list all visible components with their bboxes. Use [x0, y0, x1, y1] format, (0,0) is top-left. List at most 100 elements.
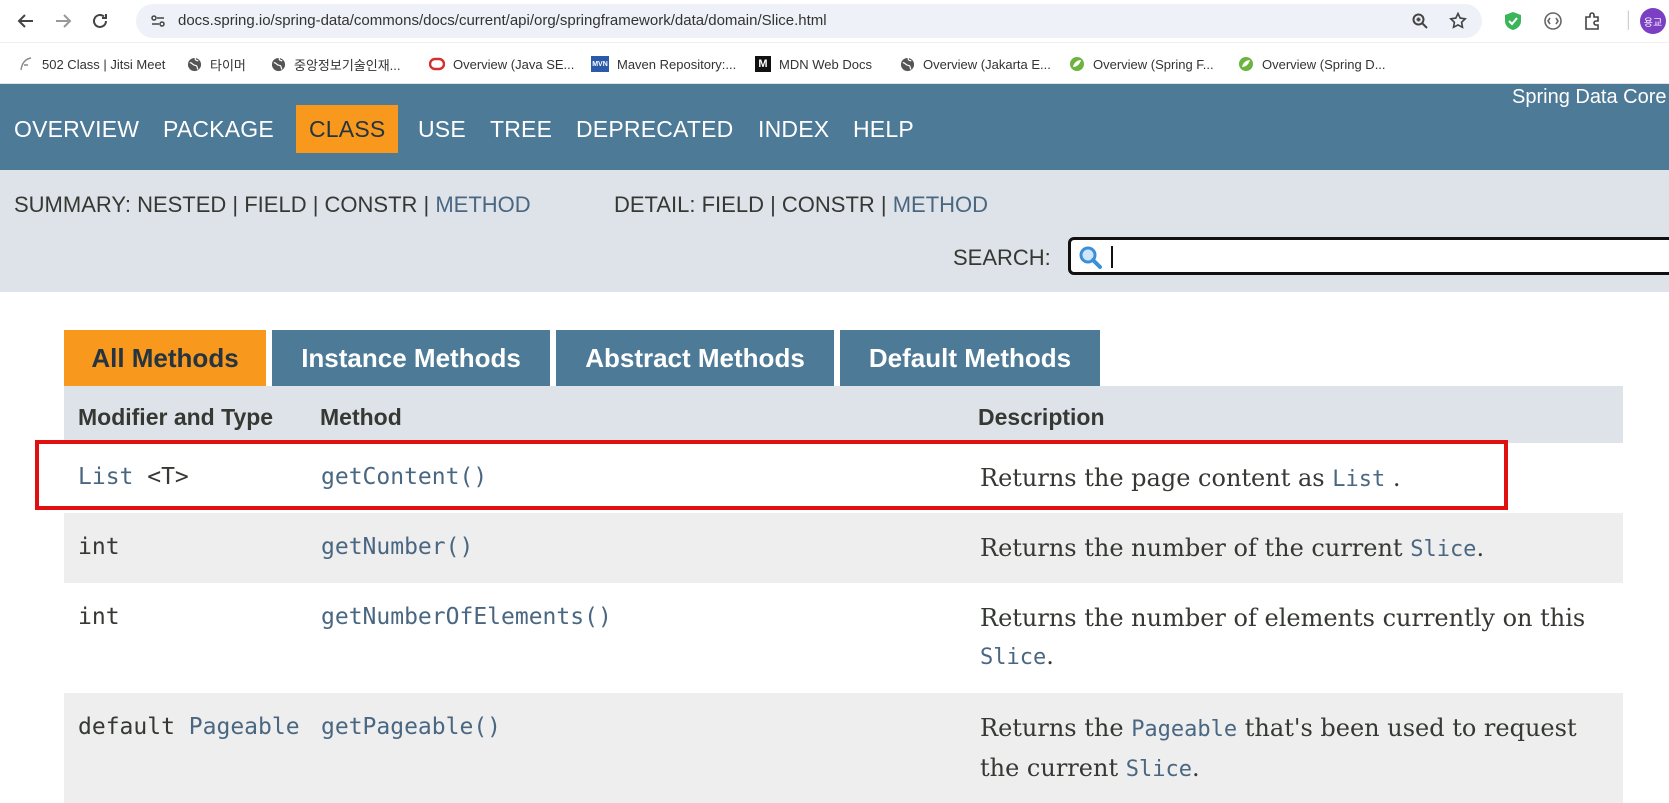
bookmark-jakarta[interactable]: Overview (Jakarta E... — [899, 54, 1051, 74]
type-link-pageable[interactable]: Pageable — [189, 714, 300, 740]
tab-instance-methods[interactable]: Instance Methods — [272, 330, 550, 386]
mdn-icon: M — [755, 56, 771, 72]
tab-abstract-methods[interactable]: Abstract Methods — [556, 330, 834, 386]
desc-text: . — [1476, 534, 1485, 562]
bookmark-java-se[interactable]: Overview (Java SE... — [429, 54, 574, 74]
globe-icon — [186, 56, 202, 72]
row-description: Returns the Pageable that's been used to… — [980, 709, 1620, 789]
row-description: Returns the number of the current Slice. — [980, 529, 1620, 569]
tab-default-methods[interactable]: Default Methods — [840, 330, 1100, 386]
desc-link-slice[interactable]: Slice — [1126, 757, 1192, 782]
detail-prefix: DETAIL: FIELD | CONSTR | — [614, 192, 893, 217]
nav-tree[interactable]: TREE — [490, 105, 552, 153]
feather-icon — [18, 56, 34, 72]
type-link-list[interactable]: List — [78, 464, 133, 490]
method-table-header: Modifier and Type Method Description — [64, 386, 1623, 443]
desc-text: Returns the number of elements currently… — [980, 604, 1586, 632]
summary-method-link[interactable]: METHOD — [435, 192, 530, 217]
type-modifier: default — [78, 714, 189, 740]
desc-text: Returns the — [980, 714, 1132, 742]
nav-package[interactable]: PACKAGE — [163, 105, 274, 153]
bookmark-spring-framework[interactable]: Overview (Spring F... — [1069, 54, 1214, 74]
header-description: Description — [978, 404, 1105, 430]
bookmark-jitsi[interactable]: 502 Class | Jitsi Meet — [18, 54, 165, 74]
globe-icon — [899, 56, 915, 72]
toolbar-divider: │ — [1624, 12, 1634, 29]
devtools-extension-icon[interactable] — [1542, 10, 1564, 32]
desc-link-list[interactable]: List — [1332, 467, 1385, 492]
bookmark-label: 타이머 — [210, 57, 246, 73]
oracle-icon — [429, 56, 445, 72]
bookmark-label: Overview (Jakarta E... — [923, 56, 1051, 72]
row-description: Returns the number of elements currently… — [980, 599, 1620, 677]
desc-link-pageable[interactable]: Pageable — [1131, 717, 1237, 742]
shield-extension-icon[interactable] — [1502, 10, 1524, 32]
extensions-puzzle-icon[interactable] — [1582, 10, 1604, 32]
spring-icon — [1069, 56, 1085, 72]
bookmark-spring-data[interactable]: Overview (Spring D... — [1238, 54, 1386, 74]
tab-all-methods[interactable]: All Methods — [64, 330, 266, 386]
zoom-icon[interactable] — [1410, 11, 1430, 31]
nav-help[interactable]: HELP — [853, 105, 914, 153]
summary-prefix: SUMMARY: NESTED | FIELD | CONSTR | — [14, 192, 436, 217]
nav-class: CLASS — [296, 105, 399, 153]
row-type: int — [78, 534, 120, 560]
reload-icon[interactable] — [88, 9, 112, 33]
nav-index[interactable]: INDEX — [758, 105, 829, 153]
text-caret — [1111, 246, 1113, 268]
project-title: Spring Data Core — [1512, 86, 1667, 108]
method-get-number-of-elements[interactable]: getNumberOfElements() — [321, 604, 612, 630]
bookmark-maven[interactable]: MVN Maven Repository:... — [591, 54, 736, 74]
javadoc-top-nav: OVERVIEW PACKAGE CLASS USE TREE DEPRECAT… — [0, 84, 1669, 170]
desc-text: . — [1385, 464, 1401, 492]
bookmark-jungang[interactable]: 중앙정보기술인재... — [270, 54, 401, 74]
search-label: SEARCH: — [953, 245, 1051, 270]
browser-toolbar: docs.spring.io/spring-data/commons/docs/… — [0, 0, 1669, 43]
bookmark-mdn[interactable]: M MDN Web Docs — [755, 54, 872, 74]
globe-icon — [270, 56, 286, 72]
forward-icon[interactable] — [51, 9, 75, 33]
bookmark-label: 중앙정보기술인재... — [294, 57, 401, 73]
back-icon[interactable] — [14, 9, 38, 33]
detail-method-link[interactable]: METHOD — [893, 192, 988, 217]
page-margin — [0, 292, 42, 803]
desc-text: Returns the number of the current — [980, 534, 1411, 562]
mvn-icon: MVN — [591, 56, 609, 72]
url-text[interactable]: docs.spring.io/spring-data/commons/docs/… — [178, 12, 827, 29]
table-row: default Pageable getPageable() Returns t… — [64, 693, 1623, 803]
search-icon — [1077, 244, 1103, 275]
address-bar[interactable]: docs.spring.io/spring-data/commons/docs/… — [136, 4, 1482, 38]
method-get-number[interactable]: getNumber() — [321, 534, 473, 560]
row-description: Returns the page content as List . — [980, 459, 1620, 499]
desc-text: . — [1191, 754, 1200, 782]
javadoc-sub-nav: SUMMARY: NESTED | FIELD | CONSTR | METHO… — [0, 170, 1669, 292]
row-type: default Pageable — [78, 714, 300, 740]
detail-links: DETAIL: FIELD | CONSTR | METHOD — [614, 192, 988, 218]
desc-text: Returns the page content as — [980, 464, 1333, 492]
desc-link-slice[interactable]: Slice — [1410, 537, 1476, 562]
desc-link-slice[interactable]: Slice — [980, 645, 1046, 670]
profile-avatar[interactable]: 용교 — [1640, 8, 1666, 34]
table-row: List <T> getContent() Returns the page c… — [64, 443, 1623, 513]
header-method: Method — [320, 404, 402, 430]
bookmark-star-icon[interactable] — [1448, 11, 1468, 31]
spring-icon — [1238, 56, 1254, 72]
bookmark-label: MDN Web Docs — [779, 56, 872, 72]
search-input[interactable] — [1068, 237, 1669, 275]
bookmark-label: Overview (Spring F... — [1093, 56, 1214, 72]
bookmark-label: Maven Repository:... — [617, 56, 737, 72]
nav-use[interactable]: USE — [418, 105, 466, 153]
site-info-icon[interactable] — [148, 11, 168, 31]
row-type: int — [78, 604, 120, 630]
method-get-content[interactable]: getContent() — [321, 464, 487, 490]
table-row: int getNumberOfElements() Returns the nu… — [64, 583, 1623, 693]
summary-links: SUMMARY: NESTED | FIELD | CONSTR | METHO… — [14, 192, 531, 218]
nav-deprecated[interactable]: DEPRECATED — [576, 105, 734, 153]
bookmark-label: 502 Class | Jitsi Meet — [42, 56, 166, 72]
type-param: <T> — [133, 464, 189, 490]
nav-overview[interactable]: OVERVIEW — [14, 105, 139, 153]
bookmark-timer[interactable]: 타이머 — [186, 54, 246, 74]
bookmarks-bar: 502 Class | Jitsi Meet 타이머 중앙정보기술인재... O… — [0, 43, 1669, 84]
bookmark-label: Overview (Spring D... — [1262, 56, 1386, 72]
method-get-pageable[interactable]: getPageable() — [321, 714, 501, 740]
